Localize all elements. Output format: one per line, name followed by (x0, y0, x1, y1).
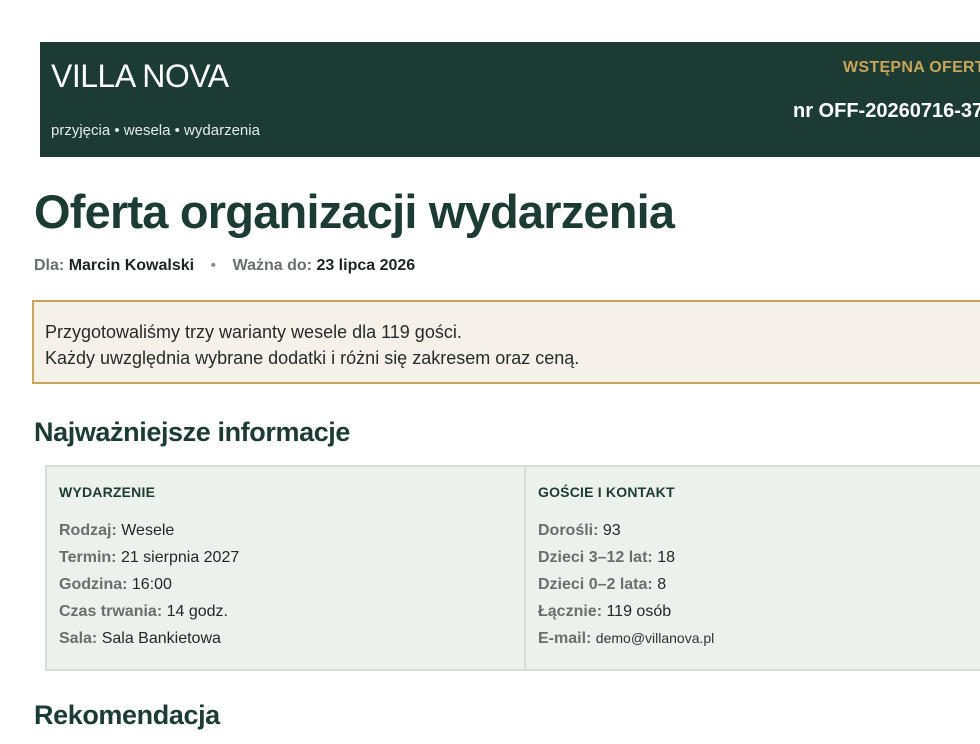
event-column: WYDARZENIE Rodzaj: Wesele Termin: 21 sie… (47, 467, 526, 669)
brand-header: VILLA NOVA przyjęcia • wesela • wydarzen… (40, 42, 980, 157)
event-date-value: 21 sierpnia 2027 (120, 549, 240, 566)
children-0-2-label: Dzieci 0–2 lata: (538, 576, 653, 593)
event-duration-value: 14 godz. (166, 603, 228, 620)
info-row: Rodzaj: Wesele (59, 517, 524, 544)
info-row: Dorośli: 93 (538, 517, 980, 544)
offer-page: VILLA NOVA przyjęcia • wesela • wydarzen… (0, 0, 980, 744)
brand-tagline: przyjęcia • wesela • wydarzenia (51, 122, 260, 139)
info-row: Dzieci 3–12 lat: 18 (538, 544, 980, 571)
client-label: Dla: (34, 257, 65, 274)
info-row: Łącznie: 119 osób (538, 598, 980, 625)
meta-separator: • (210, 257, 217, 274)
offer-kind-label: WSTĘPNA OFERTA (843, 59, 980, 76)
info-row: Dzieci 0–2 lata: 8 (538, 571, 980, 598)
recommendation-heading: Rekomendacja (34, 700, 220, 730)
client-name: Marcin Kowalski (68, 257, 195, 274)
event-date-label: Termin: (59, 549, 117, 566)
event-heading: WYDARZENIE (59, 484, 156, 500)
info-row: Sala: Sala Bankietowa (59, 625, 524, 652)
event-room-value: Sala Bankietowa (101, 630, 221, 647)
info-row: E-mail: demo@villanova.pl (538, 625, 980, 652)
email-link[interactable]: demo@villanova.pl (596, 630, 715, 646)
intro-line: Każdy uwzględnia wybrane dodatki i różni… (45, 348, 580, 368)
intro-line: Przygotowaliśmy trzy warianty wesele dla… (45, 322, 462, 342)
valid-until-label: Ważna do: (232, 257, 312, 274)
info-row: Termin: 21 sierpnia 2027 (59, 544, 524, 571)
info-row: Godzina: 16:00 (59, 571, 524, 598)
children-3-12-value: 18 (657, 549, 675, 566)
event-time-label: Godzina: (59, 576, 128, 593)
total-guests-label: Łącznie: (538, 603, 603, 620)
email-label: E-mail: (538, 630, 592, 647)
adults-label: Dorośli: (538, 522, 599, 539)
brand-name: VILLA NOVA (51, 58, 229, 94)
event-type-value: Wesele (121, 522, 175, 539)
offer-number: nr OFF-20260716-37 (793, 100, 980, 122)
children-0-2-value: 8 (657, 576, 667, 593)
event-duration-label: Czas trwania: (59, 603, 163, 620)
total-guests-value: 119 osób (606, 603, 672, 620)
adults-value: 93 (602, 522, 621, 539)
event-room-label: Sala: (59, 630, 98, 647)
event-type-label: Rodzaj: (59, 522, 117, 539)
offer-meta: Dla: Marcin Kowalski • Ważna do: 23 lipc… (34, 257, 415, 275)
page-title: Oferta organizacji wydarzenia (34, 185, 675, 238)
valid-until-date: 23 lipca 2026 (316, 257, 416, 274)
info-row: Czas trwania: 14 godz. (59, 598, 524, 625)
guests-heading: GOŚCIE I KONTAKT (538, 484, 675, 500)
guests-column: GOŚCIE I KONTAKT Dorośli: 93 Dzieci 3–12… (526, 467, 980, 669)
event-time-value: 16:00 (131, 576, 172, 593)
key-info-heading: Najważniejsze informacje (34, 417, 351, 447)
key-info-grid: WYDARZENIE Rodzaj: Wesele Termin: 21 sie… (45, 465, 980, 671)
intro-note: Przygotowaliśmy trzy warianty wesele dla… (32, 300, 980, 384)
children-3-12-label: Dzieci 3–12 lat: (538, 549, 653, 566)
